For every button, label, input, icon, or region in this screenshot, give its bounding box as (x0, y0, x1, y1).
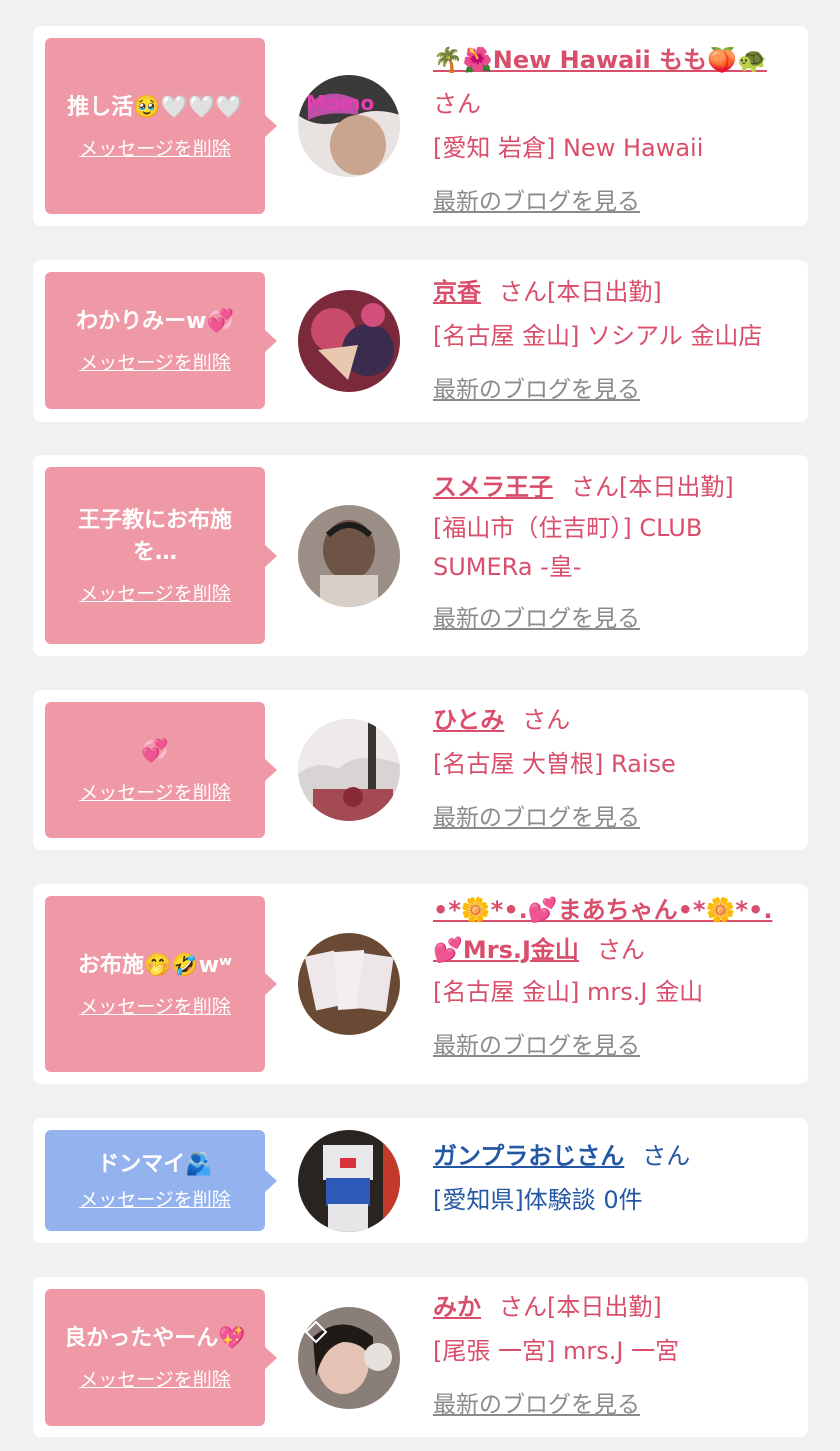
delete-message-link[interactable]: メッセージを削除 (79, 579, 231, 606)
cast-name-link[interactable]: みか (433, 1293, 481, 1321)
shop-text: [名古屋 大曽根] Raise (433, 750, 676, 778)
cast-name-link[interactable]: ひとみ (433, 706, 504, 734)
latest-blog-link[interactable]: 最新のブログを見る (433, 180, 640, 224)
message-bubble: 王子教にお布施を… メッセージを削除 (45, 467, 277, 644)
san-label: さん (571, 473, 619, 501)
avatar[interactable] (298, 1130, 400, 1232)
message-bubble: わかりみーw💞 メッセージを削除 (45, 272, 277, 409)
san-label: さん (642, 1142, 691, 1170)
message-card: 良かったやーん💖 メッセージを削除 みか さん[本日出勤] [尾張 一宮] mrs… (33, 1277, 808, 1437)
shop-text: [名古屋 金山] mrs.J 金山 (433, 978, 704, 1006)
cast-info: ひとみ さん [名古屋 大曽根] Raise 最新のブログを見る (433, 698, 803, 840)
message-card: 💞 メッセージを削除 ひとみ さん [名古屋 大曽根] Raise 最新のブログを… (33, 690, 808, 850)
delete-message-link[interactable]: メッセージを削除 (79, 348, 231, 375)
cast-info: •*🌼*•.💕まあちゃん•*🌼*•.💕Mrs.J金山 さん [名古屋 金山] mr… (433, 890, 803, 1068)
shop-text: [愛知県]体験談 0件 (433, 1186, 643, 1214)
message-text: ドンマイ🫂 (97, 1152, 213, 1177)
work-status: [本日出勤] (619, 473, 734, 501)
avatar[interactable] (298, 505, 400, 607)
latest-blog-link[interactable]: 最新のブログを見る (433, 1024, 640, 1068)
san-label: さん (596, 936, 645, 964)
work-status: [本日出勤] (547, 278, 662, 306)
avatar[interactable]: Momo (298, 75, 400, 177)
message-card: ドンマイ🫂 メッセージを削除 ガンプラおじさん さん [愛知県]体験談 0件 (33, 1118, 808, 1243)
message-card: わかりみーw💞 メッセージを削除 京香 さん[本日出勤] [名古屋 金山] ソシア… (33, 260, 808, 422)
avatar[interactable] (298, 719, 400, 821)
message-card: 推し活🥹🤍🤍🤍 メッセージを削除 Momo 🌴🌺New Hawaii もも🍑🐢 … (33, 26, 808, 226)
cast-name-link[interactable]: 🌴🌺New Hawaii もも🍑🐢 (433, 46, 767, 74)
delete-message-link[interactable]: メッセージを削除 (79, 778, 231, 805)
cast-info: 京香 さん[本日出勤] [名古屋 金山] ソシアル 金山店 最新のブログを見る (433, 270, 803, 412)
message-text: 推し活🥹🤍🤍🤍 (67, 94, 243, 120)
avatar[interactable] (298, 290, 400, 392)
message-bubble: 💞 メッセージを削除 (45, 702, 277, 838)
cast-info: スメラ王子 さん[本日出勤] [福山市（住吉町）] CLUB SUMERa -皇-… (433, 465, 803, 641)
cast-name-link[interactable]: 京香 (433, 278, 481, 306)
svg-text:Momo: Momo (306, 91, 374, 115)
san-label: さん (522, 706, 571, 734)
cast-info: ガンプラおじさん さん [愛知県]体験談 0件 (433, 1134, 803, 1222)
message-card: 王子教にお布施を… メッセージを削除 スメラ王子 さん[本日出勤] [福山市（住吉… (33, 455, 808, 656)
message-bubble: 推し活🥹🤍🤍🤍 メッセージを削除 (45, 38, 277, 214)
shop-text: [名古屋 金山] ソシアル 金山店 (433, 322, 763, 350)
message-bubble: お布施🤭🤣wʷ メッセージを削除 (45, 896, 277, 1072)
san-label: さん (499, 278, 547, 306)
san-label: さん (499, 1293, 547, 1321)
delete-message-link[interactable]: メッセージを削除 (79, 134, 231, 161)
shop-text: [愛知 岩倉] New Hawaii (433, 134, 704, 162)
delete-message-link[interactable]: メッセージを削除 (79, 1365, 231, 1392)
cast-name-link[interactable]: スメラ王子 (433, 473, 553, 501)
latest-blog-link[interactable]: 最新のブログを見る (433, 1383, 640, 1427)
san-label: さん (433, 90, 481, 118)
delete-message-link[interactable]: メッセージを削除 (79, 1185, 231, 1212)
cast-name-link[interactable]: ガンプラおじさん (433, 1142, 624, 1170)
shop-text: [尾張 一宮] mrs.J 一宮 (433, 1337, 680, 1365)
delete-message-link[interactable]: メッセージを削除 (79, 992, 231, 1019)
cast-info: みか さん[本日出勤] [尾張 一宮] mrs.J 一宮 最新のブログを見る (433, 1285, 803, 1427)
latest-blog-link[interactable]: 最新のブログを見る (433, 368, 640, 412)
shop-text: [福山市（住吉町）] CLUB SUMERa -皇- (433, 514, 703, 581)
work-status: [本日出勤] (547, 1293, 662, 1321)
message-text: お布施🤭🤣wʷ (77, 952, 233, 978)
cast-info: 🌴🌺New Hawaii もも🍑🐢 さん [愛知 岩倉] New Hawaii … (433, 38, 803, 224)
message-bubble: ドンマイ🫂 メッセージを削除 (45, 1130, 277, 1231)
message-text: わかりみーw💞 (76, 309, 234, 334)
latest-blog-link[interactable]: 最新のブログを見る (433, 796, 640, 840)
message-text: 王子教にお布施を… (77, 508, 232, 565)
message-text: 良かったやーん💖 (64, 1326, 246, 1351)
avatar[interactable] (298, 1307, 400, 1409)
latest-blog-link[interactable]: 最新のブログを見る (433, 597, 640, 641)
message-bubble: 良かったやーん💖 メッセージを削除 (45, 1289, 277, 1426)
message-text: 💞 (141, 738, 169, 764)
avatar[interactable] (298, 933, 400, 1035)
message-card: お布施🤭🤣wʷ メッセージを削除 •*🌼*•.💕まあちゃん•*🌼*•.💕Mrs.… (33, 884, 808, 1084)
